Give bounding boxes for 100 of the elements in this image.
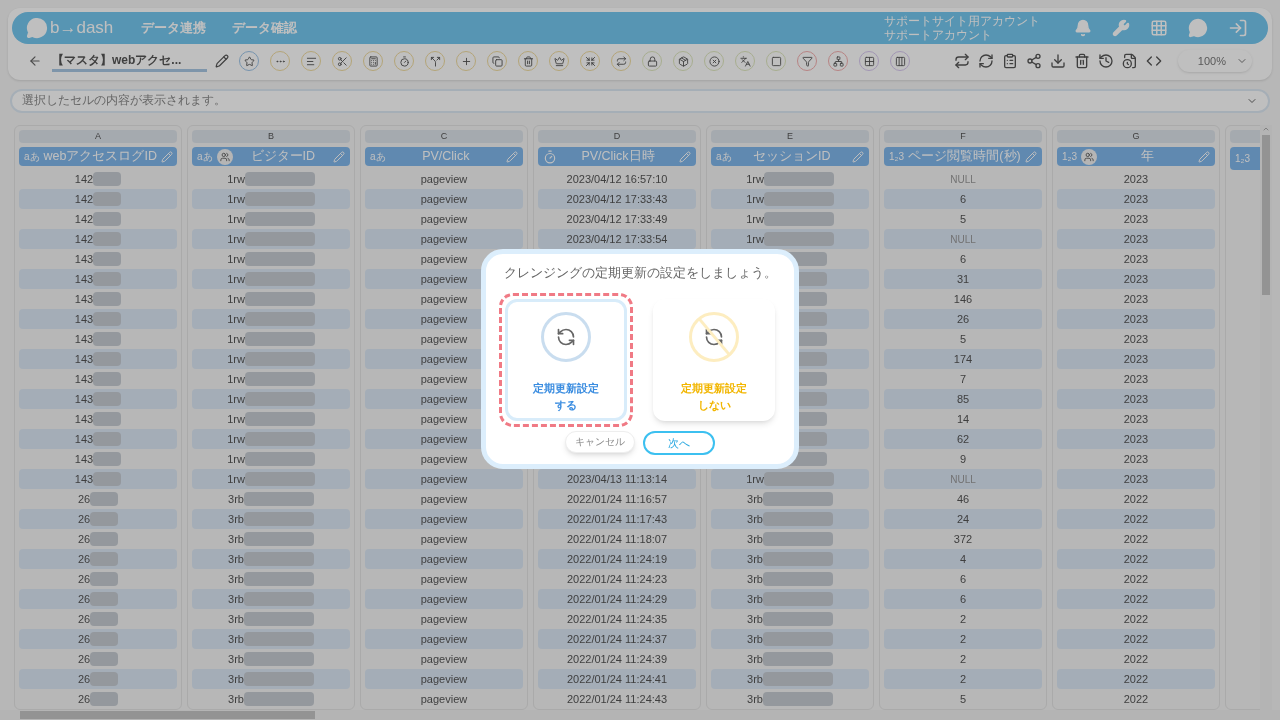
table-cell-text: 2022/01/24 11:18:07 [565, 531, 669, 547]
table-cell: 143 [19, 389, 177, 409]
title-field[interactable]: 【マスタ】webアクセ... [52, 50, 207, 72]
table-cell: 1rw [192, 449, 350, 469]
table-cell: 1rw [192, 409, 350, 429]
table-cell: 143 [19, 249, 177, 269]
table-cell: pageview [365, 189, 523, 209]
table-cell: 2022/01/24 11:24:37 [538, 629, 696, 649]
table-cell: 6 [884, 589, 1042, 609]
type-label: aあ [24, 150, 40, 164]
table-cell: 1rw [711, 209, 869, 229]
column-header[interactable]: PV/Click日時 [538, 147, 696, 166]
table-cell: 26 [19, 609, 177, 629]
table-cell-text: 2022/01/24 11:16:57 [565, 491, 669, 507]
column-header[interactable]: aあ PV/Click [365, 147, 523, 166]
formula-input[interactable]: 選択したセルの内容が表示されます。 [22, 92, 1246, 110]
nav-link[interactable]: データ連携 [141, 18, 207, 38]
table-cell: 143 [19, 349, 177, 369]
column-letter[interactable]: F [884, 130, 1042, 143]
column-name: PV/Click [421, 148, 471, 166]
table-cell: pageview [365, 229, 523, 249]
table-cell: 1rw [192, 189, 350, 209]
table-cell: 1rw [192, 369, 350, 389]
table-cell: 142 [19, 229, 177, 249]
table-cell-text: 6 [958, 571, 968, 587]
table-cell: 26 [19, 489, 177, 509]
table-cell-text: 9 [958, 451, 968, 467]
table-cell: 2022 [1057, 629, 1215, 649]
table-cell-text: 14 [955, 411, 971, 427]
table-cell-text: 2 [958, 651, 968, 667]
table-cell-text: pageview [419, 691, 469, 707]
column-letter[interactable]: C [365, 130, 523, 143]
next-button[interactable]: 次へ [643, 430, 715, 455]
table-cell: 143 [19, 269, 177, 289]
table-cell: 2022 [1057, 549, 1215, 569]
table-cell-text: 2023 [1122, 371, 1150, 387]
option-card[interactable]: 定期更新設定 する [505, 298, 627, 421]
column-header[interactable]: aあ セッションID [711, 147, 869, 166]
option-label: 定期更新設定 [681, 380, 747, 396]
table-cell: 26 [19, 529, 177, 549]
table-cell-text: 2022 [1122, 651, 1150, 667]
column-name: セッションID [752, 148, 832, 166]
table-cell-text: 7 [958, 371, 968, 387]
table-cell: 1rw [192, 169, 350, 189]
nav-link[interactable]: データ確認 [232, 18, 298, 38]
column-header[interactable]: 1₂3 年 [1057, 147, 1215, 166]
table-cell: 3rb [192, 569, 350, 589]
column-header[interactable]: 1₂3 [1230, 147, 1260, 170]
option-label: する [554, 397, 578, 413]
table-cell: 143 [19, 309, 177, 329]
table-cell: 3rb [711, 589, 869, 609]
type-label: 1₂3 [1062, 150, 1077, 164]
table-cell-text: 372 [952, 531, 974, 547]
zoom-select[interactable]: 100% [1178, 50, 1252, 72]
table-cell-text: 2023 [1122, 291, 1150, 307]
account-name: サポートアカウント [884, 28, 993, 42]
table-cell: 26 [19, 509, 177, 529]
table-cell-text: pageview [419, 331, 469, 347]
table-cell: 2023 [1057, 229, 1215, 249]
table-cell: 2022/01/24 11:17:43 [538, 509, 696, 529]
table-cell: 3rb [711, 629, 869, 649]
table-cell-text: 46 [955, 491, 971, 507]
column-name: ビジターID [249, 148, 317, 166]
table-cell: 1rw [192, 269, 350, 289]
table-cell: 3rb [711, 689, 869, 709]
column-name: webアクセスログID [43, 148, 157, 166]
column-name: PV/Click日時 [580, 148, 656, 166]
table-cell: 26 [19, 589, 177, 609]
table-cell-text: 2023 [1122, 411, 1150, 427]
table-cell: 2023/04/12 17:33:43 [538, 189, 696, 209]
table-cell: 2023 [1057, 189, 1215, 209]
table-cell-text: pageview [419, 211, 469, 227]
table-cell: 1rw [192, 329, 350, 349]
column-letter[interactable]: D [538, 130, 696, 143]
table-cell-text: 5 [958, 331, 968, 347]
table-cell: 2022 [1057, 589, 1215, 609]
table-cell: 143 [19, 469, 177, 489]
table-cell-text: pageview [419, 611, 469, 627]
table-cell: 3rb [192, 609, 350, 629]
column-letter[interactable]: G [1057, 130, 1215, 143]
column-header[interactable]: aあ webアクセスログID [19, 147, 177, 166]
formula-bar[interactable]: 選択したセルの内容が表示されます。 [10, 89, 1270, 113]
table-cell: pageview [365, 549, 523, 569]
column-letter[interactable]: E [711, 130, 869, 143]
table-cell: 174 [884, 349, 1042, 369]
table-cell: 85 [884, 389, 1042, 409]
table-cell: 26 [19, 549, 177, 569]
type-label: 1₂3 [889, 150, 904, 164]
column-header[interactable]: 1₂3 ページ閲覧時間(秒) [884, 147, 1042, 166]
table-cell-text: pageview [419, 531, 469, 547]
table-cell: 3rb [711, 649, 869, 669]
column-header[interactable]: aあ ビジターID [192, 147, 350, 166]
column-letter[interactable]: B [192, 130, 350, 143]
logo-text: b→dash [50, 17, 114, 40]
cancel-button[interactable]: キャンセル [565, 430, 635, 453]
column-letter[interactable]: A [19, 130, 177, 143]
table-cell: 2023/04/13 11:13:14 [538, 469, 696, 489]
table-cell: 3rb [711, 669, 869, 689]
table-cell-text: pageview [419, 251, 469, 267]
table-cell-text: 146 [952, 291, 974, 307]
